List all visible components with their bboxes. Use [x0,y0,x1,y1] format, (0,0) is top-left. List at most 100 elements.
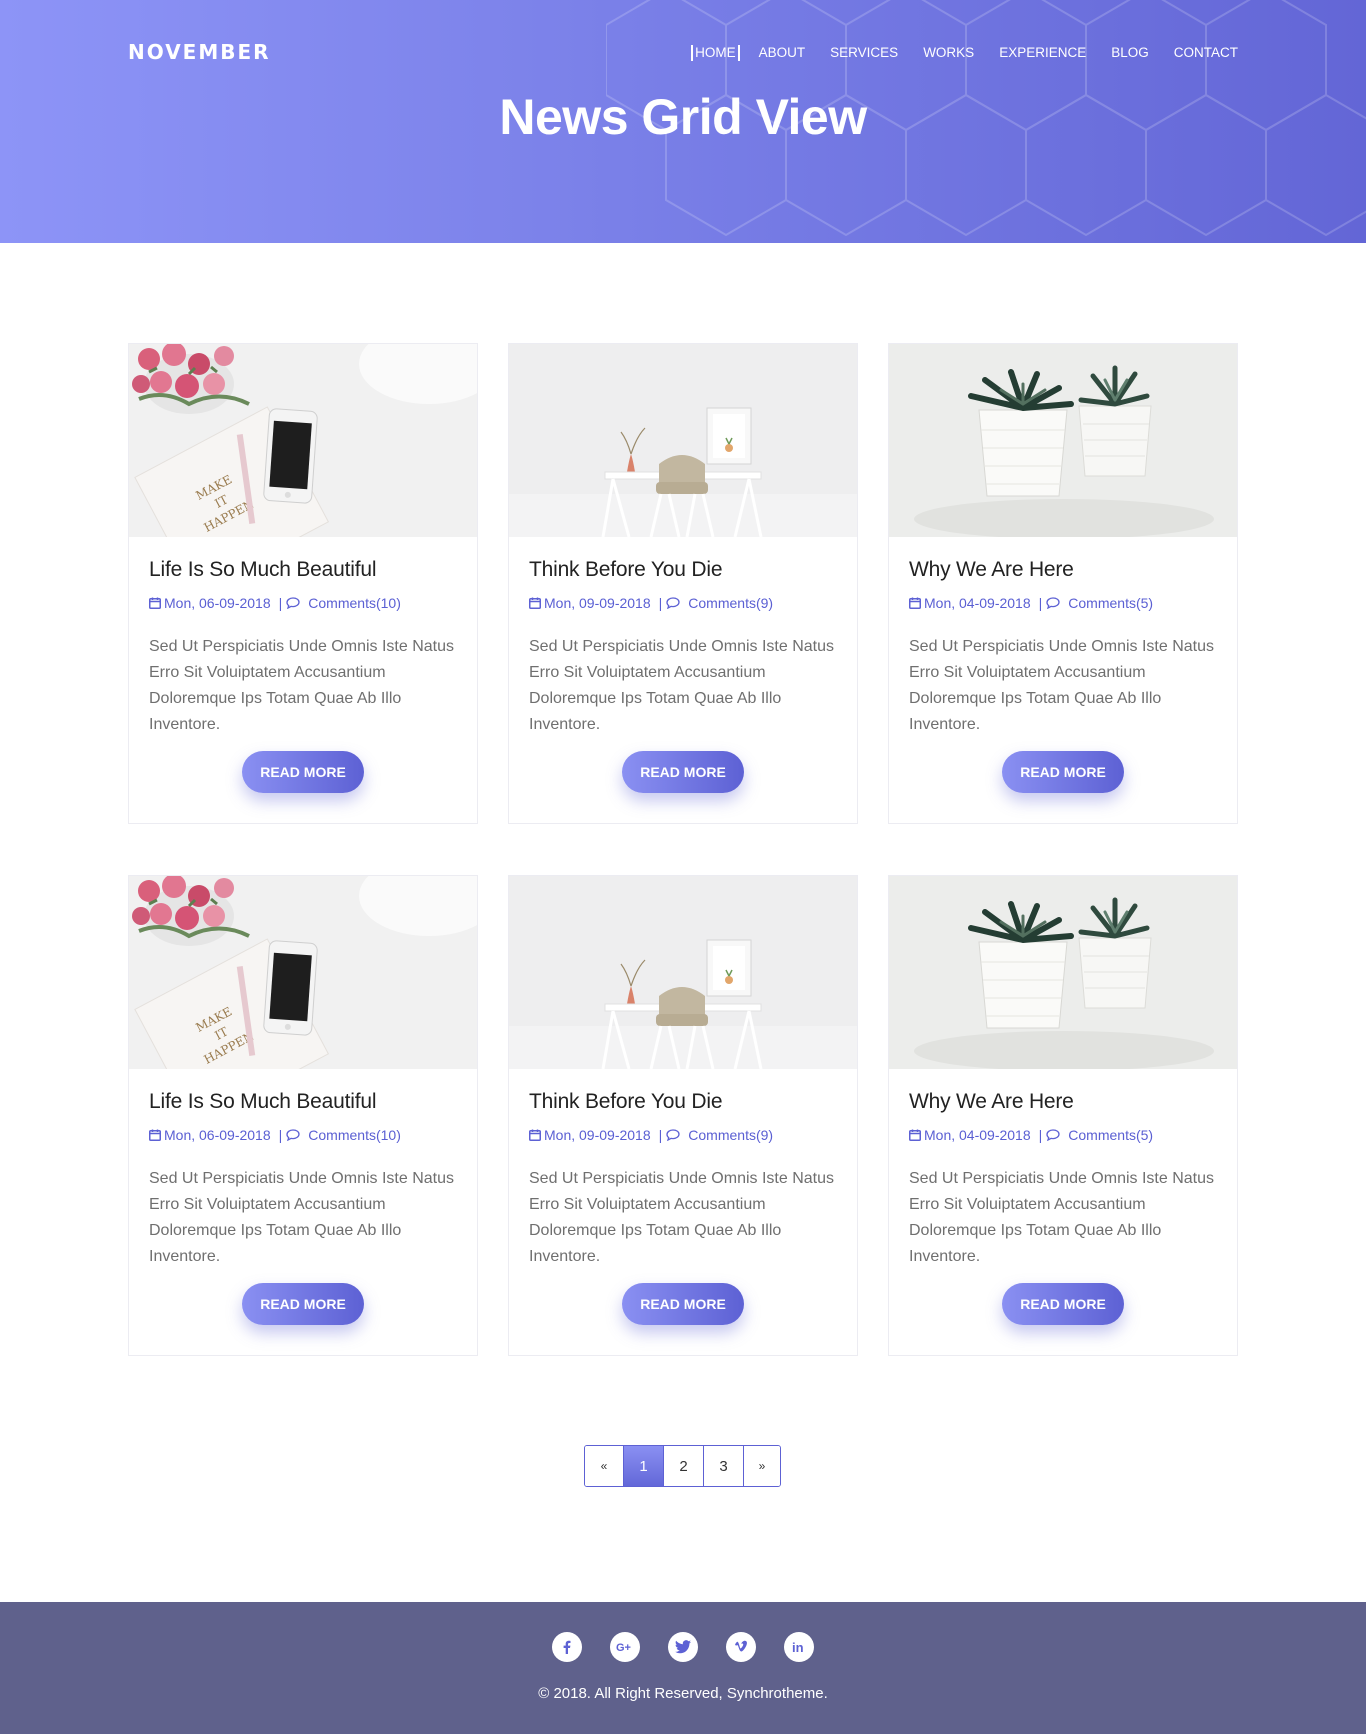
site-logo[interactable]: NOVEMBER [128,40,271,64]
read-more-button[interactable]: READ MORE [622,751,744,793]
comment-icon [666,597,680,609]
post-title[interactable]: Life Is So Much Beautiful [149,556,457,584]
nav-item-contact[interactable]: CONTACT [1174,45,1238,61]
nav-item-experience[interactable]: EXPERIENCE [999,45,1086,61]
post-comments[interactable]: Comments(10) [308,595,401,611]
post-excerpt: Sed Ut Perspiciatis Unde Omnis Iste Natu… [909,1170,1215,1265]
main-nav: HOME ABOUT SERVICES WORKS EXPERIENCE BLO… [691,45,1238,61]
google-plus-icon[interactable]: G+ [610,1632,640,1662]
vimeo-icon[interactable] [726,1632,756,1662]
post-comments[interactable]: Comments(10) [308,1127,401,1143]
post-date: Mon, 06-09-2018 [164,1127,271,1143]
post-meta: Mon, 06-09-2018 | Comments(10) [149,594,457,612]
post-meta: Mon, 09-09-2018 | Comments(9) [529,594,837,612]
meta-separator: | [658,595,663,611]
post-comments[interactable]: Comments(5) [1068,595,1153,611]
news-card: Think Before You Die Mon, 09-09-2018 | Comm… [508,875,858,1356]
card-body: Life Is So Much Beautiful Mon, 06-09-2018… [129,1088,477,1270]
read-more-button[interactable]: READ MORE [622,1283,744,1325]
calendar-icon [529,597,541,609]
svg-text:G+: G+ [616,1642,631,1654]
nav-item-works[interactable]: WORKS [923,45,974,61]
comment-icon [1046,1129,1060,1141]
news-card: Think Before You Die Mon, 09-09-2018 | Comm… [508,343,858,824]
post-title[interactable]: Why We Are Here [909,1088,1217,1116]
hero-header: NOVEMBER HOME ABOUT SERVICES WORKS EXPER… [0,0,1366,243]
post-image[interactable]: MAKE IT HAPPEN [129,876,477,1069]
comment-icon [286,1129,300,1141]
svg-text:in: in [792,1640,804,1654]
meta-separator: | [278,1127,283,1143]
post-comments[interactable]: Comments(9) [688,595,773,611]
pagination-next[interactable]: » [743,1446,780,1486]
card-body: Why We Are Here Mon, 04-09-2018 | Comments(… [889,556,1237,738]
pagination-page-3[interactable]: 3 [703,1446,743,1486]
facebook-icon[interactable] [552,1632,582,1662]
post-comments[interactable]: Comments(9) [688,1127,773,1143]
post-image[interactable] [889,876,1237,1069]
news-card: Why We Are Here Mon, 04-09-2018 | Comments(… [888,343,1238,824]
post-date: Mon, 04-09-2018 [924,595,1031,611]
card-body: Why We Are Here Mon, 04-09-2018 | Comments(… [889,1088,1237,1270]
calendar-icon [909,597,921,609]
meta-separator: | [1038,1127,1043,1143]
meta-separator: | [658,1127,663,1143]
pagination-prev[interactable]: « [585,1446,623,1486]
post-title[interactable]: Think Before You Die [529,1088,837,1116]
twitter-icon[interactable] [668,1632,698,1662]
post-image[interactable] [509,876,857,1069]
read-more-button[interactable]: READ MORE [242,1283,364,1325]
post-excerpt: Sed Ut Perspiciatis Unde Omnis Iste Natu… [529,638,835,733]
card-body: Think Before You Die Mon, 09-09-2018 | Comm… [509,556,857,738]
post-excerpt: Sed Ut Perspiciatis Unde Omnis Iste Natu… [909,638,1215,733]
pagination: « 1 2 3 » [584,1445,781,1487]
news-row: MAKE IT HAPPEN Life Is So Much Beautiful… [128,875,1238,1356]
news-card: MAKE IT HAPPEN Life Is So Much Beautiful… [128,875,478,1356]
read-more-button[interactable]: READ MORE [1002,751,1124,793]
post-image[interactable]: MAKE IT HAPPEN [129,344,477,537]
post-excerpt: Sed Ut Perspiciatis Unde Omnis Iste Natu… [149,638,455,733]
post-meta: Mon, 06-09-2018 | Comments(10) [149,1126,457,1144]
pagination-page-1[interactable]: 1 [623,1446,663,1486]
calendar-icon [149,597,161,609]
read-more-button[interactable]: READ MORE [242,751,364,793]
meta-separator: | [278,595,283,611]
post-image[interactable] [509,344,857,537]
pagination-page-2[interactable]: 2 [663,1446,703,1486]
calendar-icon [529,1129,541,1141]
post-image[interactable] [889,344,1237,537]
post-title[interactable]: Life Is So Much Beautiful [149,1088,457,1116]
calendar-icon [909,1129,921,1141]
copyright-text: © 2018. All Right Reserved, Synchrotheme… [538,1685,828,1702]
site-footer: G+ in © 2018. All Right Reserved, Synchr… [0,1602,1366,1734]
post-meta: Mon, 09-09-2018 | Comments(9) [529,1126,837,1144]
calendar-icon [149,1129,161,1141]
post-title[interactable]: Why We Are Here [909,556,1217,584]
post-excerpt: Sed Ut Perspiciatis Unde Omnis Iste Natu… [529,1170,835,1265]
read-more-button[interactable]: READ MORE [1002,1283,1124,1325]
post-date: Mon, 09-09-2018 [544,1127,651,1143]
social-links: G+ in [0,1632,1366,1662]
comment-icon [666,1129,680,1141]
post-meta: Mon, 04-09-2018 | Comments(5) [909,594,1217,612]
nav-item-home[interactable]: HOME [691,45,740,61]
card-body: Think Before You Die Mon, 09-09-2018 | Comm… [509,1088,857,1270]
nav-item-services[interactable]: SERVICES [830,45,898,61]
meta-separator: | [1038,595,1043,611]
post-title[interactable]: Think Before You Die [529,556,837,584]
news-card: MAKE IT HAPPEN Life Is So Much Beautiful… [128,343,478,824]
page-title: News Grid View [499,89,867,145]
news-grid: MAKE IT HAPPEN Life Is So Much Beautiful… [128,343,1238,1407]
post-date: Mon, 09-09-2018 [544,595,651,611]
nav-item-about[interactable]: ABOUT [759,45,806,61]
comment-icon [286,597,300,609]
post-date: Mon, 06-09-2018 [164,595,271,611]
linkedin-icon[interactable]: in [784,1632,814,1662]
news-card: Why We Are Here Mon, 04-09-2018 | Comments(… [888,875,1238,1356]
card-body: Life Is So Much Beautiful Mon, 06-09-2018… [129,556,477,738]
post-excerpt: Sed Ut Perspiciatis Unde Omnis Iste Natu… [149,1170,455,1265]
post-meta: Mon, 04-09-2018 | Comments(5) [909,1126,1217,1144]
nav-item-blog[interactable]: BLOG [1111,45,1149,61]
comment-icon [1046,597,1060,609]
post-comments[interactable]: Comments(5) [1068,1127,1153,1143]
